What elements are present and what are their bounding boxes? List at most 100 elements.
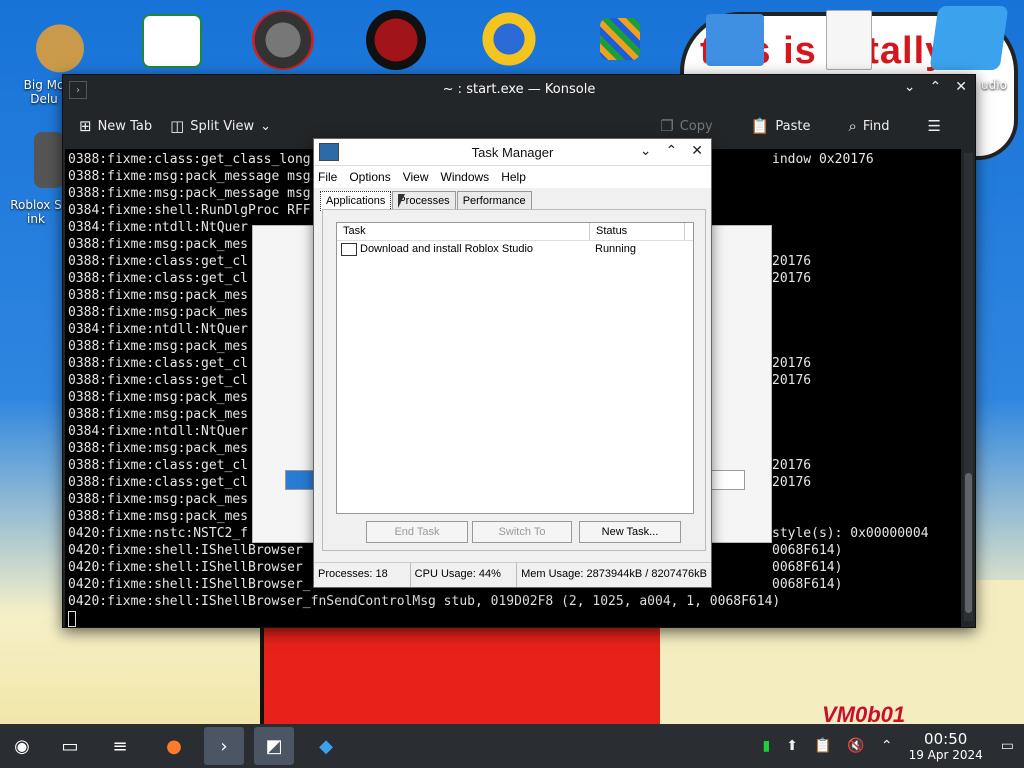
scrollbar-thumb[interactable] (965, 473, 972, 613)
battery-icon[interactable]: ▮ (763, 738, 771, 754)
paste-button[interactable]: 📋 Paste (751, 117, 811, 135)
task-list-header: Task Status (337, 223, 693, 241)
task-manager-title: Task Manager (471, 144, 554, 160)
terminal-line-fragment: 20176 (772, 356, 812, 371)
find-button[interactable]: ⌕ Find (849, 117, 890, 135)
tab-applications[interactable]: Applications (320, 191, 392, 211)
terminal-line-fragment: 20176 (772, 475, 812, 490)
terminal-line-fragment: 0068F614) (772, 577, 843, 592)
taskbar: ◉ ▭ ≡ ● › ◩ ◆ ▮ ⬆ 📋 🔇 ⌃ 00:50 19 Apr 202… (0, 724, 1024, 768)
roblox-studio-icon[interactable] (929, 6, 1009, 70)
copy-icon: ❐ (660, 117, 674, 135)
table-row[interactable]: Download and install Roblox Studio Runni… (337, 241, 693, 257)
minimize-icon[interactable]: ⌄ (904, 79, 916, 95)
terminal-line: 0420:fixme:shell:IShellBrowser_fnSendCon… (68, 594, 781, 609)
show-desktop-icon[interactable]: ▭ (1001, 738, 1014, 754)
switch-to-button[interactable]: Switch To (472, 521, 572, 543)
close-icon[interactable]: ✕ (955, 79, 967, 95)
menu-options[interactable]: Options (349, 170, 390, 184)
terminal-line-fragment: 0068F614) (772, 560, 843, 575)
konsole-app-icon[interactable]: › (69, 81, 87, 99)
copy-button[interactable]: ❐ Copy (660, 117, 712, 135)
folder-icon[interactable] (706, 14, 764, 66)
vm-watermark: VM0b01 (822, 702, 906, 724)
terminal-line-fragment: 20176 (772, 271, 812, 286)
roblox-icon[interactable]: ◆ (306, 727, 346, 765)
terminal-line-fragment: 20176 (772, 254, 812, 269)
task-manager-tabs: Applications Processes Performance (320, 191, 533, 211)
settings-icon[interactable]: ≡ (100, 727, 140, 765)
column-task[interactable]: Task (337, 223, 590, 240)
roblox-shortcut-icon[interactable] (34, 132, 64, 188)
window-icon (341, 242, 357, 256)
terminal-icon[interactable]: › (204, 727, 244, 765)
desktop-icon-label-roblox: Roblox S ink (10, 198, 62, 226)
chevron-down-icon: ⌄ (260, 118, 271, 134)
task-manager-window[interactable]: Task Manager ⌄ ⌃ ✕ File Options View Win… (313, 138, 712, 588)
menu-help[interactable]: Help (501, 170, 526, 184)
status-cpu: CPU Usage: 44% (411, 563, 518, 587)
text-cursor (68, 610, 76, 627)
start-icon[interactable]: ◉ (2, 727, 42, 765)
clock[interactable]: 00:50 19 Apr 2024 (909, 730, 983, 762)
close-icon[interactable]: ✕ (691, 142, 703, 159)
mouse-pointer (398, 194, 405, 208)
search-icon: ⌕ (848, 117, 857, 135)
end-task-button[interactable]: End Task (366, 521, 468, 543)
menu-windows[interactable]: Windows (441, 170, 490, 184)
tab-performance[interactable]: Performance (456, 191, 532, 211)
task-name: Download and install Roblox Studio (360, 243, 534, 255)
paste-label: Paste (775, 118, 811, 134)
money-bag-icon[interactable] (24, 10, 96, 74)
hamburger-menu-button[interactable]: ☰ (928, 117, 941, 135)
updates-icon[interactable]: ⬆ (786, 738, 798, 754)
maximize-icon[interactable]: ⌃ (930, 79, 942, 95)
speedometer-icon[interactable] (252, 10, 314, 70)
volume-muted-icon[interactable]: 🔇 (847, 738, 864, 754)
new-tab-button[interactable]: ⊞ New Tab (79, 117, 152, 135)
media-player-icon[interactable] (142, 14, 202, 68)
file-manager-icon[interactable]: ▭ (50, 727, 90, 765)
colorful-grid-icon[interactable] (600, 18, 640, 60)
status-mem: Mem Usage: 2873944kB / 8207476kB (521, 568, 707, 580)
document-icon[interactable] (826, 10, 872, 70)
task-manager-icon (319, 143, 339, 161)
find-label: Find (862, 118, 890, 134)
menu-icon: ☰ (927, 117, 941, 135)
new-task-button[interactable]: New Task... (579, 521, 681, 543)
konsole-titlebar[interactable]: › ~ : start.exe — Konsole ⌄ ⌃ ✕ (63, 75, 975, 103)
status-processes: Processes: 18 (314, 563, 411, 587)
maximize-icon[interactable]: ⌃ (666, 142, 678, 159)
split-view-label: Split View (190, 118, 255, 134)
terminal-scrollbar[interactable] (964, 153, 973, 621)
minimize-icon[interactable]: ⌄ (640, 142, 652, 159)
task-manager-taskbar-icon[interactable]: ◩ (254, 727, 294, 765)
terminal-line-fragment: 0068F614) (772, 543, 843, 558)
terminal-line-fragment: indow 0x20176 (772, 152, 874, 167)
system-tray: ▮ ⬆ 📋 🔇 ⌃ 00:50 19 Apr 2024 ▭ (763, 724, 1024, 768)
terminal-line-fragment: 20176 (772, 373, 812, 388)
terminal-line-fragment: 20176 (772, 458, 812, 473)
split-view-button[interactable]: ◫ Split View ⌄ (170, 117, 271, 135)
clock-date: 19 Apr 2024 (908, 748, 983, 762)
column-status[interactable]: Status (590, 223, 685, 240)
red-bird-icon[interactable] (366, 10, 426, 70)
terminal-prompt[interactable] (68, 610, 961, 627)
menu-file[interactable]: File (318, 170, 337, 184)
applications-panel: Task Status Download and install Roblox … (322, 209, 706, 551)
task-list[interactable]: Task Status Download and install Roblox … (336, 222, 694, 514)
clipboard-icon[interactable]: 📋 (814, 738, 831, 754)
desktop-icon-label-studio: udio (981, 78, 1007, 92)
new-tab-label: New Tab (97, 118, 153, 134)
new-tab-icon: ⊞ (79, 117, 92, 135)
clock-time: 00:50 (924, 730, 968, 748)
task-manager-statusbar: Processes: 18 CPU Usage: 44% Mem Usage: … (314, 562, 711, 587)
menu-view[interactable]: View (403, 170, 429, 184)
chevron-up-icon[interactable]: ⌃ (881, 738, 893, 754)
konsole-title: ~ : start.exe — Konsole (442, 81, 596, 97)
sun-globe-icon[interactable] (478, 8, 540, 70)
terminal-line-fragment: style(s): 0x00000004 (772, 526, 929, 541)
task-manager-titlebar[interactable]: Task Manager ⌄ ⌃ ✕ (314, 139, 711, 166)
task-status: Running (595, 243, 636, 255)
firefox-icon[interactable]: ● (154, 727, 194, 765)
